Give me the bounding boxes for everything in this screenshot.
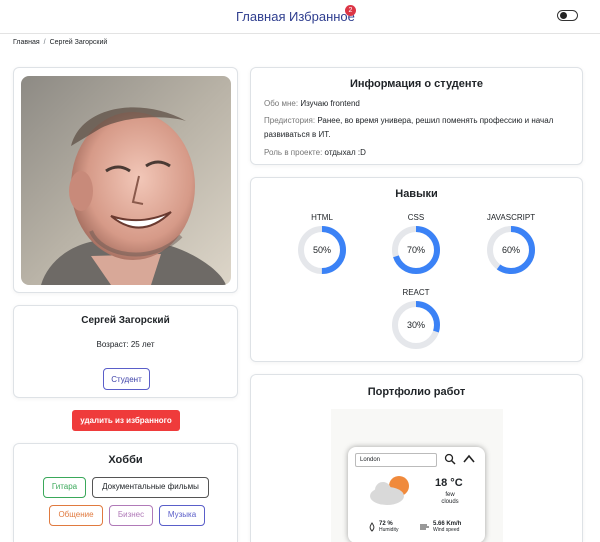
student-info-card: Информация о студенте Обо мне: Изучаю fr…	[250, 67, 583, 165]
skill-item: JAVASCRIPT 60%	[481, 213, 541, 275]
portfolio-card: Портфолио работ London 18 °C few clouds	[250, 374, 583, 542]
skill-percent-label: 50%	[313, 245, 331, 255]
student-name-card: Сергей Загорский Возраст: 25 лет Студент	[13, 305, 238, 398]
skill-item: REACT 30%	[386, 288, 446, 350]
humidity-icon	[369, 522, 375, 532]
skills-card: Навыки HTML 50% CSS 70% JAVASCRIPT 60% REAC…	[250, 177, 583, 362]
skill-progress-ring: 50%	[298, 226, 346, 274]
magnifier-icon	[444, 453, 456, 465]
toggle-knob-icon	[560, 12, 567, 19]
info-history-value-cont: развиваться в ИТ.	[264, 130, 331, 139]
weather-humidity: 72 % Humidity	[379, 521, 398, 533]
breadcrumb: Главная / Сергей Загорский	[13, 39, 107, 46]
breadcrumb-current: Сергей Загорский	[49, 39, 108, 46]
weather-temperature: 18 °C	[435, 477, 463, 489]
photo-card	[13, 67, 238, 293]
breadcrumb-home[interactable]: Главная	[13, 39, 40, 46]
weather-description: few clouds	[432, 492, 468, 506]
hobbies-card: Хобби Гитара Документальные фильмы Общен…	[13, 443, 238, 542]
student-age: Возраст: 25 лет	[96, 340, 155, 349]
weather-desc-line2: clouds	[441, 499, 459, 505]
info-role-row: Роль в проекте: отдыхал :D	[264, 146, 366, 160]
info-about-label: Обо мне:	[264, 99, 299, 108]
skill-name: CSS	[407, 213, 425, 222]
hobby-tag[interactable]: Общение	[49, 505, 103, 526]
skill-progress-ring: 70%	[392, 226, 440, 274]
portfolio-title: Портфолио работ	[367, 386, 466, 398]
wind-label: Wind speed	[433, 527, 460, 533]
skill-name: HTML	[311, 213, 333, 222]
hobby-tag[interactable]: Гитара	[43, 477, 86, 498]
skill-name: REACT	[402, 288, 430, 297]
hobby-tag[interactable]: Музыка	[159, 505, 205, 526]
wind-icon	[420, 524, 429, 530]
skill-percent-label: 30%	[407, 320, 425, 330]
cloud-sun-icon	[370, 476, 409, 505]
portrait-image-icon	[21, 76, 231, 285]
nav-home-link[interactable]: Главная	[236, 9, 285, 24]
top-navbar: Главная Избранное 2	[0, 0, 600, 34]
student-name: Сергей Загорский	[81, 315, 170, 326]
chevron-up-icon	[463, 454, 475, 463]
humidity-label: Humidity	[379, 527, 399, 533]
weather-city-input: London	[355, 453, 437, 467]
info-history-value: Ранее, во время универа, решил поменять …	[317, 116, 554, 125]
skill-progress-ring: 60%	[487, 226, 535, 274]
info-about-value: Изучаю frontend	[300, 99, 360, 108]
weather-desc-line1: few	[445, 492, 455, 498]
student-role-button[interactable]: Студент	[103, 368, 150, 390]
theme-toggle-switch[interactable]	[557, 10, 578, 21]
info-history-label: Предистория:	[264, 116, 316, 125]
info-role-value: отдыхал :D	[324, 148, 366, 157]
remove-from-favorites-button[interactable]: удалить из избранного	[72, 410, 180, 431]
hobby-tag[interactable]: Документальные фильмы	[92, 477, 209, 498]
skill-item: CSS 70%	[386, 213, 446, 275]
weather-app-preview: London 18 °C few clouds 72 % Humidity 5.…	[348, 447, 485, 542]
info-title: Информация о студенте	[349, 78, 484, 90]
skill-item: HTML 50%	[292, 213, 352, 275]
portfolio-screenshot[interactable]: London 18 °C few clouds 72 % Humidity 5.…	[331, 409, 503, 542]
skill-progress-ring: 30%	[392, 301, 440, 349]
skill-name: JAVASCRIPT	[486, 213, 536, 222]
skill-percent-label: 70%	[407, 245, 425, 255]
favorites-count-badge: 2	[345, 5, 356, 16]
skill-percent-label: 60%	[502, 245, 520, 255]
hobbies-title: Хобби	[108, 454, 143, 466]
student-photo	[21, 76, 231, 285]
weather-wind: 5.66 Km/h Wind speed	[433, 521, 461, 533]
breadcrumb-separator: /	[43, 39, 46, 46]
info-role-label: Роль в проекте:	[264, 148, 323, 157]
info-history-row: Предистория: Ранее, во время универа, ре…	[264, 114, 553, 142]
hobby-tag[interactable]: Бизнес	[109, 505, 153, 526]
skills-title: Навыки	[395, 188, 438, 200]
info-about-row: Обо мне: Изучаю frontend	[264, 97, 360, 111]
